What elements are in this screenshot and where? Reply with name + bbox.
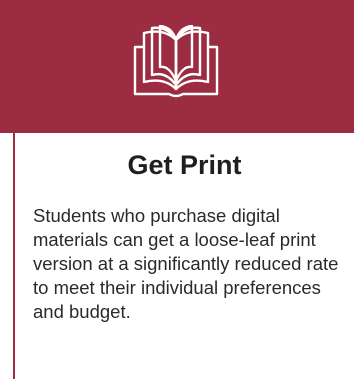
feature-card: Get Print Students who purchase digital … xyxy=(0,0,354,379)
card-banner xyxy=(0,0,354,133)
feature-title: Get Print xyxy=(127,150,242,180)
feature-description: Students who purchase digital materials … xyxy=(33,205,339,322)
open-book-icon xyxy=(133,25,219,98)
